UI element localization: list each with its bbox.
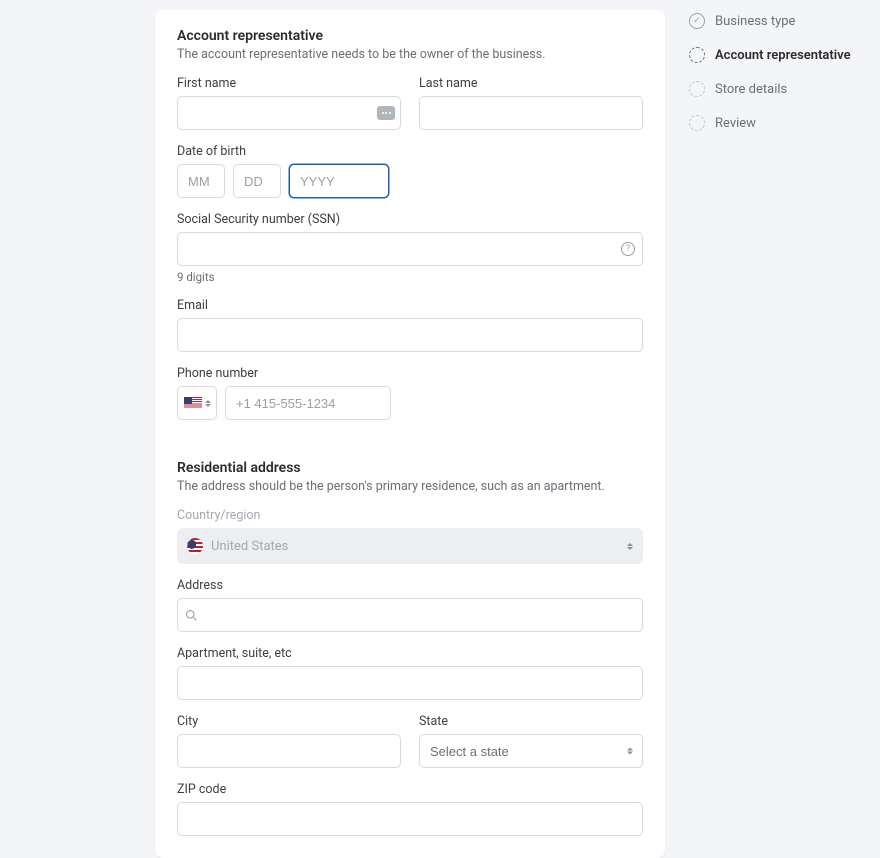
zip-input[interactable] bbox=[177, 802, 643, 836]
city-input[interactable] bbox=[177, 734, 401, 768]
section-subtitle-address: The address should be the person's prima… bbox=[177, 479, 643, 494]
dashed-circle-icon bbox=[689, 47, 705, 63]
chevron-updown-icon bbox=[627, 748, 633, 755]
last-name-label: Last name bbox=[419, 76, 643, 91]
dob-label: Date of birth bbox=[177, 144, 643, 159]
first-name-label: First name bbox=[177, 76, 401, 91]
dashed-circle-icon bbox=[689, 81, 705, 97]
search-icon bbox=[185, 609, 197, 621]
step-label: Account representative bbox=[715, 48, 851, 63]
address-input[interactable] bbox=[177, 598, 643, 632]
step-label: Store details bbox=[715, 82, 787, 97]
city-label: City bbox=[177, 714, 401, 729]
check-circle-icon bbox=[689, 13, 705, 29]
address-label: Address bbox=[177, 578, 643, 593]
last-name-input[interactable] bbox=[419, 96, 643, 130]
step-store-details[interactable]: Store details bbox=[689, 81, 851, 97]
dashed-circle-icon bbox=[689, 115, 705, 131]
country-label: Country/region bbox=[177, 508, 643, 523]
dob-month-input[interactable] bbox=[177, 164, 225, 198]
email-input[interactable] bbox=[177, 318, 643, 352]
step-label: Review bbox=[715, 116, 756, 131]
section-subtitle-representative: The account representative needs to be t… bbox=[177, 47, 643, 62]
help-icon[interactable]: ? bbox=[621, 242, 635, 256]
ssn-hint: 9 digits bbox=[177, 270, 643, 284]
zip-label: ZIP code bbox=[177, 782, 643, 797]
dob-day-input[interactable] bbox=[233, 164, 281, 198]
form-card: Account representative The account repre… bbox=[155, 10, 665, 858]
chevron-updown-icon bbox=[627, 543, 633, 550]
step-label: Business type bbox=[715, 14, 795, 29]
apartment-input[interactable] bbox=[177, 666, 643, 700]
step-account-representative[interactable]: Account representative bbox=[689, 47, 851, 63]
steps-sidebar: Business type Account representative Sto… bbox=[689, 13, 851, 131]
chevron-updown-icon bbox=[205, 400, 211, 407]
phone-input[interactable] bbox=[225, 386, 391, 420]
us-flag-icon bbox=[184, 397, 202, 409]
section-title-address: Residential address bbox=[177, 460, 643, 476]
state-label: State bbox=[419, 714, 643, 729]
phone-label: Phone number bbox=[177, 366, 643, 381]
email-label: Email bbox=[177, 298, 643, 313]
section-title-representative: Account representative bbox=[177, 28, 643, 44]
country-select: United States bbox=[177, 528, 643, 564]
us-flag-round-icon bbox=[187, 538, 203, 554]
autofill-icon[interactable] bbox=[377, 106, 395, 120]
ssn-input[interactable] bbox=[177, 232, 643, 266]
country-value: United States bbox=[211, 539, 288, 554]
state-select[interactable] bbox=[419, 734, 643, 768]
apartment-label: Apartment, suite, etc bbox=[177, 646, 643, 661]
phone-country-selector[interactable] bbox=[177, 386, 217, 420]
ssn-label: Social Security number (SSN) bbox=[177, 212, 643, 227]
first-name-input[interactable] bbox=[177, 96, 401, 130]
step-business-type[interactable]: Business type bbox=[689, 13, 851, 29]
step-review[interactable]: Review bbox=[689, 115, 851, 131]
dob-year-input[interactable] bbox=[289, 164, 389, 198]
